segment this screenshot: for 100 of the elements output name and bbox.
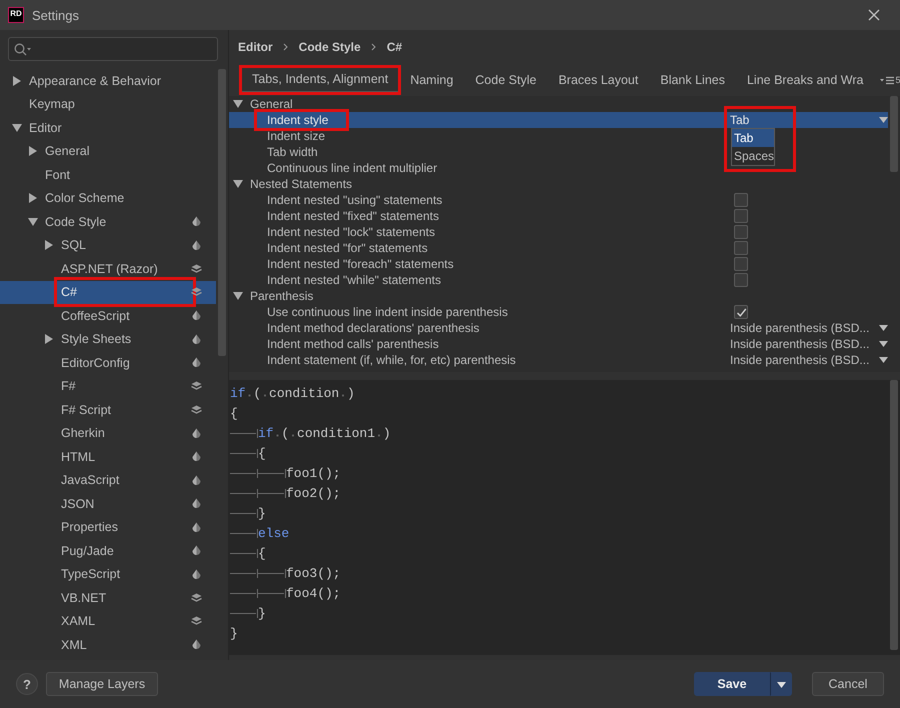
checkbox[interactable] <box>734 305 748 319</box>
checkbox[interactable] <box>734 241 748 255</box>
code-line: } <box>229 604 888 624</box>
code-line: if ( condition1 ) <box>229 424 888 444</box>
expander-icon[interactable] <box>28 146 38 156</box>
code-line: { <box>229 544 888 564</box>
caret-icon[interactable] <box>879 325 888 331</box>
close-icon[interactable] <box>868 9 880 21</box>
app-logo: RD <box>8 7 24 23</box>
setting-label: Use continuous line indent inside parenthesis <box>267 305 509 319</box>
dropdown-value[interactable]: Inside parenthesis (BSD... <box>730 353 879 367</box>
tree-item[interactable]: Font <box>0 163 216 186</box>
chevron-icon <box>282 43 289 51</box>
tree-item[interactable]: JavaScript <box>0 468 216 492</box>
setting-label: Indent method declarations' parenthesis <box>267 321 480 335</box>
checkbox[interactable] <box>734 225 748 239</box>
section-title: General <box>250 97 293 111</box>
tree-item[interactable]: SQL <box>0 234 216 257</box>
tree-item[interactable]: Color Scheme <box>0 186 216 210</box>
tree-item[interactable]: ASP.NET (Razor) <box>0 257 216 280</box>
checkbox[interactable] <box>734 209 748 223</box>
expander-icon[interactable] <box>44 240 54 250</box>
checkbox[interactable] <box>734 257 748 271</box>
expander-icon[interactable] <box>233 291 243 301</box>
code-line: else <box>229 524 888 544</box>
setting-label: Indent nested "while" statements <box>267 273 442 287</box>
dropdown-option[interactable]: Tab <box>732 129 774 147</box>
tree-item[interactable]: JSON <box>0 492 216 516</box>
expander-icon[interactable] <box>28 216 38 227</box>
expander-icon[interactable] <box>12 122 22 133</box>
tree-item[interactable]: F# <box>0 374 216 398</box>
setting-label: Tab width <box>267 145 319 159</box>
caret-icon[interactable] <box>879 117 888 123</box>
tab[interactable]: Braces Layout <box>547 68 650 92</box>
tab[interactable]: Code Style <box>464 68 548 92</box>
tree-item[interactable]: Gherkin <box>0 422 216 445</box>
dropdown-value[interactable]: Tab <box>730 113 879 127</box>
caret-icon <box>776 682 786 688</box>
section-title: Nested Statements <box>250 177 352 191</box>
expander-icon[interactable] <box>12 76 22 86</box>
tab-overflow-button[interactable]: 5 <box>880 75 900 85</box>
tree-item[interactable]: CoffeeScript <box>0 304 216 328</box>
setting-label: Indent nested "for" statements <box>267 241 429 255</box>
tree-item[interactable]: F# Script <box>0 398 216 422</box>
expander-icon[interactable] <box>28 193 38 204</box>
expander-icon[interactable] <box>233 99 243 109</box>
tree-item[interactable]: Editor <box>0 116 216 140</box>
tree-item[interactable]: Style Sheets <box>0 328 216 351</box>
tree-item[interactable]: XML <box>0 633 216 656</box>
tree-item[interactable]: Appearance & Behavior <box>0 69 216 92</box>
dropdown-value[interactable]: Inside parenthesis (BSD... <box>730 321 879 335</box>
setting-label: Indent size <box>267 129 326 143</box>
save-options-button[interactable] <box>770 672 792 696</box>
tree-item[interactable]: Pug/Jade <box>0 539 216 562</box>
code-line: foo2(); <box>229 484 888 504</box>
code-line: { <box>229 405 239 423</box>
tree-item[interactable]: EditorConfig <box>0 351 216 374</box>
code-line: foo4(); <box>229 584 888 604</box>
manage-layers-button[interactable]: Manage Layers <box>46 672 158 696</box>
setting-label: Indent method calls' parenthesis <box>267 337 440 351</box>
expander-icon[interactable] <box>44 334 54 344</box>
search-icon <box>14 42 32 56</box>
section-title: Parenthesis <box>250 289 314 303</box>
breadcrumb-item[interactable]: C# <box>386 40 402 54</box>
checkbox[interactable] <box>734 273 748 287</box>
tab[interactable]: Tabs, Indents, Alignment <box>241 67 400 93</box>
setting-label: Indent statement (if, while, for, etc) parenthesis <box>267 353 517 367</box>
checkbox[interactable] <box>734 193 748 207</box>
tab[interactable]: Line Breaks and Wra <box>736 68 874 92</box>
cancel-button[interactable]: Cancel <box>812 672 884 696</box>
tab[interactable]: Blank Lines <box>649 68 736 92</box>
tree-item[interactable]: Keymap <box>0 92 216 116</box>
caret-icon[interactable] <box>879 341 888 347</box>
setting-label: Indent nested "lock" statements <box>267 225 436 239</box>
setting-row[interactable]: Indent style Tab <box>229 112 888 128</box>
breadcrumb-item[interactable]: Editor <box>238 40 273 54</box>
tree-item[interactable]: TypeScript <box>0 562 216 586</box>
code-line: if ( condition ) <box>229 385 356 403</box>
dropdown-option[interactable]: Spaces <box>732 147 774 165</box>
tree-item[interactable]: General <box>0 140 216 163</box>
code-line: foo3(); <box>229 564 888 584</box>
search-field[interactable] <box>8 37 218 61</box>
setting-label: Continuous line indent multiplier <box>267 161 438 175</box>
setting-label: Indent nested "foreach" statements <box>267 257 455 271</box>
code-line: { <box>229 444 888 464</box>
save-button[interactable]: Save <box>694 672 770 696</box>
tree-item[interactable]: VB.NET <box>0 586 216 610</box>
code-line: } <box>229 504 888 524</box>
help-button[interactable]: ? <box>16 673 38 695</box>
tree-item[interactable]: Properties <box>0 516 216 539</box>
tree-item[interactable]: HTML <box>0 445 216 468</box>
breadcrumb-item[interactable]: Code Style <box>298 40 361 54</box>
dropdown-value[interactable]: Inside parenthesis (BSD... <box>730 337 879 351</box>
tab[interactable]: Naming <box>399 68 464 92</box>
highlight-frame <box>724 106 796 172</box>
expander-icon[interactable] <box>233 179 243 189</box>
caret-icon[interactable] <box>879 357 888 363</box>
tree-item[interactable]: Code Style <box>0 210 216 234</box>
chevron-icon <box>370 43 377 51</box>
tree-item[interactable]: XAML <box>0 610 216 633</box>
